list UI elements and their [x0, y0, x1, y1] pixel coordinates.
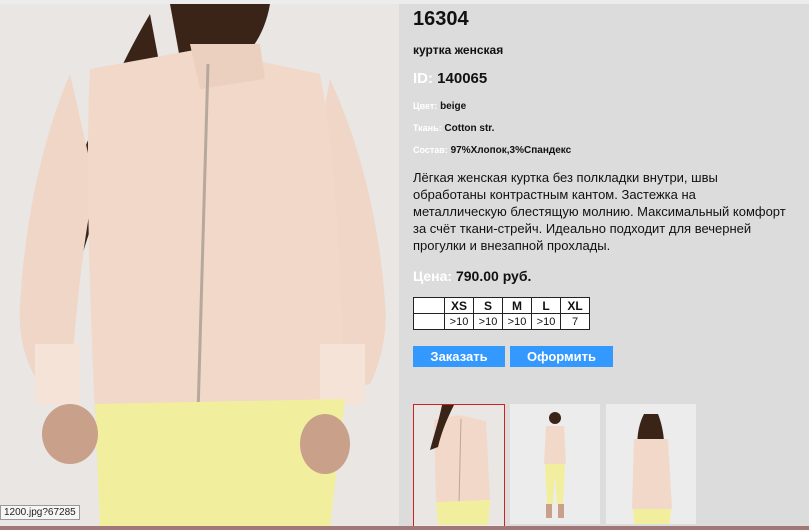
fabric-label: Ткань:	[413, 123, 442, 133]
status-bar-url: 1200.jpg?67285	[0, 505, 80, 520]
product-composition-row: Состав: 97%Хлопок,3%Спандекс	[413, 145, 571, 156]
bottom-divider	[0, 526, 809, 530]
size-header-cell: L	[531, 297, 561, 314]
size-table-stock-row: >10 >10 >10 >10 7	[413, 313, 590, 330]
thumbnail-back[interactable]	[606, 404, 696, 524]
product-title: куртка женская	[413, 43, 504, 57]
product-id-value: 140065	[437, 70, 488, 87]
checkout-button[interactable]: Оформить	[510, 346, 613, 367]
order-button[interactable]: Заказать	[413, 346, 505, 367]
color-label: Цвет:	[413, 101, 438, 111]
size-header-cell: M	[502, 297, 532, 314]
size-header-cell: XL	[560, 297, 590, 314]
fabric-value: Cotton str.	[444, 123, 495, 134]
product-color-row: Цвет: beige	[413, 101, 466, 112]
product-description: Лёгкая женская куртка без полкладки внут…	[413, 170, 786, 253]
thumbnail-front-image	[414, 405, 504, 525]
price-value: 790.00 руб.	[455, 268, 532, 284]
composition-value: 97%Хлопок,3%Спандекс	[450, 145, 572, 156]
color-value: beige	[440, 101, 467, 112]
price-row: Цена: 790.00 руб.	[413, 268, 531, 284]
model-illustration	[0, 4, 399, 528]
thumbnail-back-image	[606, 404, 696, 524]
size-table-header-row: XS S M L XL	[413, 297, 590, 314]
composition-label: Состав:	[413, 145, 448, 155]
size-header-cell	[413, 297, 445, 314]
size-header-cell: XS	[444, 297, 474, 314]
size-stock-cell: 7	[560, 313, 590, 330]
price-label: Цена:	[413, 268, 453, 284]
main-product-photo[interactable]	[0, 4, 399, 528]
size-header-cell: S	[473, 297, 503, 314]
size-stock-cell	[413, 313, 445, 330]
thumbnail-front[interactable]	[413, 404, 505, 527]
product-id-row: ID: 140065	[413, 70, 487, 87]
thumbnail-full-image	[510, 404, 600, 524]
size-stock-cell: >10	[531, 313, 561, 330]
size-table: XS S M L XL >10 >10 >10 >10 7	[413, 297, 590, 330]
product-fabric-row: Ткань: Cotton str.	[413, 123, 494, 134]
thumbnail-full[interactable]	[510, 404, 600, 524]
product-code: 16304	[413, 8, 469, 30]
size-stock-cell: >10	[444, 313, 474, 330]
size-stock-cell: >10	[502, 313, 532, 330]
size-stock-cell: >10	[473, 313, 503, 330]
product-id-label: ID:	[413, 70, 433, 87]
